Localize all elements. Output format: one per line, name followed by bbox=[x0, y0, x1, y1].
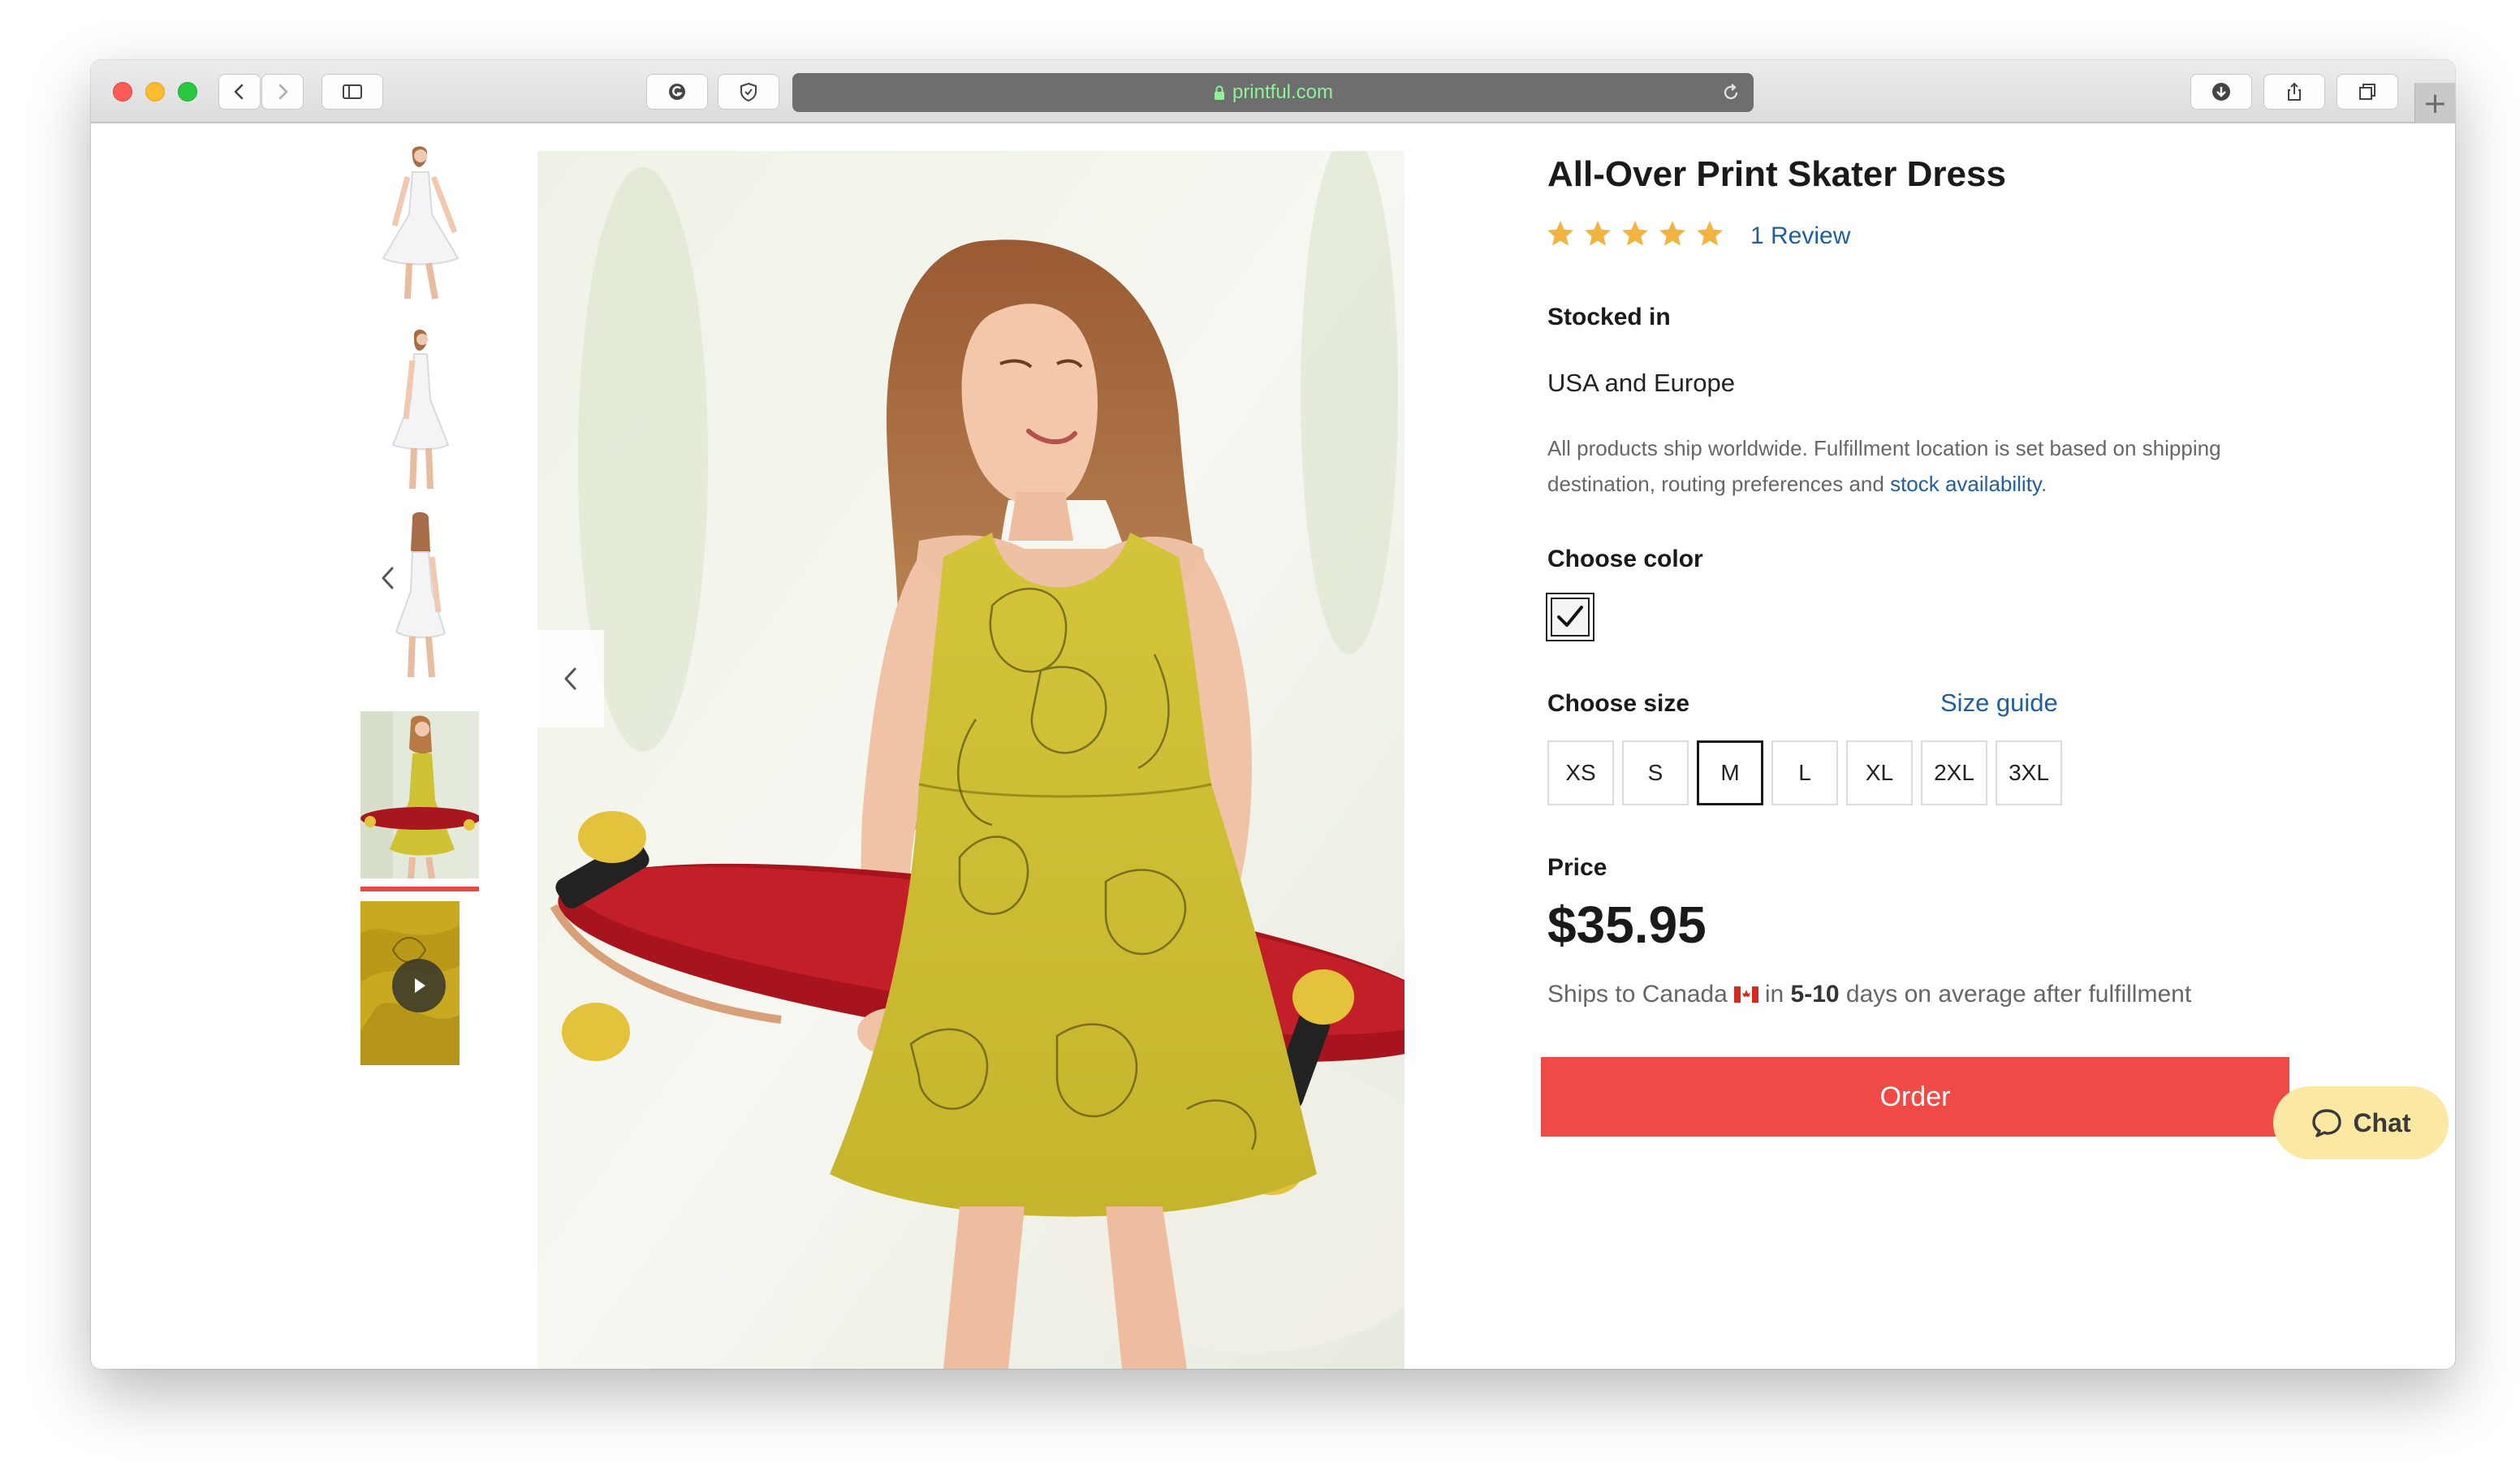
size-option-3xl[interactable]: 3XL bbox=[1996, 740, 2062, 805]
close-window-button[interactable] bbox=[113, 82, 132, 101]
product-photo bbox=[537, 151, 1405, 1369]
chevron-left-icon bbox=[564, 667, 576, 690]
ships-days: 5-10 bbox=[1790, 981, 1840, 1008]
shield-icon bbox=[740, 82, 757, 102]
size-option-xl[interactable]: XL bbox=[1846, 740, 1913, 805]
color-swatch-selected[interactable] bbox=[1546, 593, 1594, 641]
thumb-yellow-dress-video[interactable] bbox=[360, 901, 460, 1065]
minimize-window-button[interactable] bbox=[145, 82, 165, 101]
price-label: Price bbox=[1547, 854, 1607, 881]
ships-to-text: Ships to Canada bbox=[1547, 981, 1728, 1008]
choose-size-label: Choose size bbox=[1547, 690, 1690, 717]
reviews-link[interactable]: 1 Review bbox=[1750, 222, 1850, 250]
size-guide-link[interactable]: Size guide bbox=[1940, 688, 2058, 718]
privacy-shield-button[interactable] bbox=[718, 74, 779, 110]
chevron-right-icon bbox=[278, 84, 288, 100]
size-option-m[interactable]: M bbox=[1697, 740, 1763, 805]
url-text: printful.com bbox=[1232, 81, 1334, 103]
share-icon bbox=[2288, 82, 2301, 101]
browser-toolbar: printful.com + bbox=[91, 60, 2455, 123]
size-option-s[interactable]: S bbox=[1622, 740, 1689, 805]
product-title: All-Over Print Skater Dress bbox=[1547, 154, 2006, 194]
sidebar-icon bbox=[343, 84, 362, 99]
browser-window: printful.com + All-Over Print Skater Dre… bbox=[91, 60, 2455, 1369]
thumbnail-image bbox=[360, 136, 479, 304]
choose-color-label: Choose color bbox=[1547, 546, 1703, 572]
shipping-note: All products ship worldwide. Fulfillment… bbox=[1547, 430, 2294, 502]
star-icon bbox=[1622, 221, 1648, 246]
size-option-l[interactable]: L bbox=[1771, 740, 1838, 805]
lock-icon bbox=[1214, 85, 1224, 100]
stock-availability-link[interactable]: stock availability bbox=[1890, 472, 2041, 496]
shipping-note-end: . bbox=[2041, 472, 2048, 496]
play-icon[interactable] bbox=[391, 958, 447, 1013]
chat-bubble-icon bbox=[2312, 1109, 2342, 1137]
chevron-left-icon bbox=[382, 567, 394, 589]
download-icon bbox=[2212, 83, 2230, 101]
forward-button[interactable] bbox=[261, 74, 304, 110]
star-icon bbox=[1585, 221, 1611, 246]
image-prev-button[interactable] bbox=[537, 630, 604, 727]
main-product-image bbox=[537, 151, 1405, 1369]
grammarly-extension-button[interactable] bbox=[646, 74, 708, 110]
active-thumbnail-indicator bbox=[360, 887, 479, 891]
shipping-note-text: All products ship worldwide. Fulfillment… bbox=[1547, 436, 2221, 496]
grammarly-icon bbox=[669, 84, 685, 100]
downloads-button[interactable] bbox=[2190, 74, 2252, 110]
star-icon bbox=[1697, 221, 1723, 246]
stocked-in-label: Stocked in bbox=[1547, 304, 1671, 330]
stocked-in-value: USA and Europe bbox=[1547, 369, 1735, 397]
page-content: All-Over Print Skater Dress 1 Review Sto… bbox=[91, 123, 2455, 1369]
thumbnail-image bbox=[360, 323, 479, 490]
zoom-window-button[interactable] bbox=[178, 82, 197, 101]
tabs-icon bbox=[2359, 84, 2375, 100]
thumb-white-dress-side[interactable] bbox=[360, 323, 479, 490]
share-button[interactable] bbox=[2263, 74, 2325, 110]
thumb-yellow-dress-skateboard[interactable] bbox=[360, 711, 479, 878]
price-value: $35.95 bbox=[1547, 896, 1707, 954]
new-tab-button[interactable]: + bbox=[2414, 83, 2455, 123]
back-button[interactable] bbox=[218, 74, 261, 110]
thumbnails-prev-button[interactable] bbox=[372, 559, 404, 598]
star-icon bbox=[1659, 221, 1685, 246]
size-option-2xl[interactable]: 2XL bbox=[1921, 740, 1987, 805]
color-swatch-inner bbox=[1551, 598, 1590, 637]
star-icon bbox=[1547, 221, 1573, 246]
chevron-left-icon bbox=[234, 84, 244, 100]
address-bar[interactable]: printful.com bbox=[792, 73, 1754, 112]
sidebar-toggle-button[interactable] bbox=[321, 74, 383, 110]
chat-label: Chat bbox=[2353, 1107, 2411, 1137]
size-options: XS S M L XL 2XL 3XL bbox=[1547, 740, 2062, 805]
ships-in-text: in bbox=[1764, 981, 1784, 1008]
chat-button[interactable]: Chat bbox=[2273, 1086, 2449, 1159]
checkmark-icon bbox=[1557, 606, 1583, 627]
thumb-white-dress-front[interactable] bbox=[360, 136, 479, 304]
shipping-estimate: Ships to Canada in 5-10 days on average … bbox=[1547, 981, 2191, 1008]
ships-suffix-text: days on average after fulfillment bbox=[1845, 981, 2192, 1008]
size-option-xs[interactable]: XS bbox=[1547, 740, 1614, 805]
canada-flag-icon bbox=[1733, 986, 1758, 1003]
reload-icon[interactable] bbox=[1720, 81, 1742, 104]
order-button[interactable]: Order bbox=[1541, 1057, 2289, 1137]
tab-overview-button[interactable] bbox=[2337, 74, 2398, 110]
thumbnail-image bbox=[360, 711, 479, 878]
rating-stars bbox=[1546, 219, 1724, 248]
